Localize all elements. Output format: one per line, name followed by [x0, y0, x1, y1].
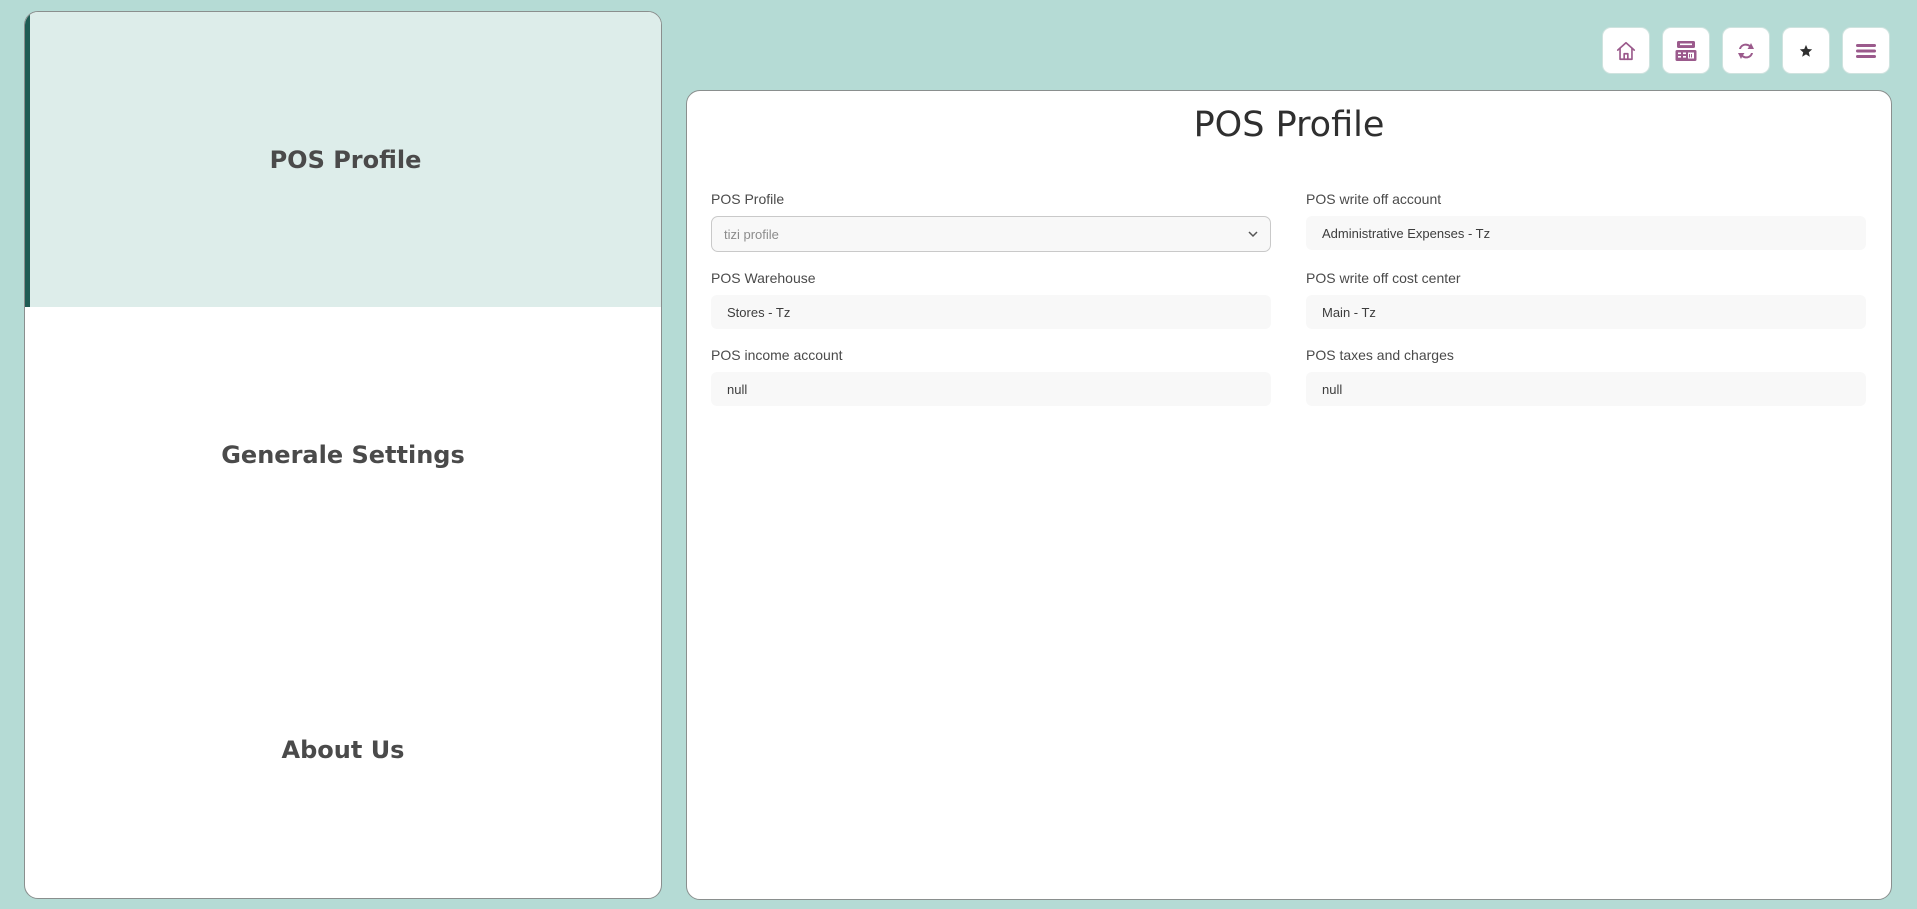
menu-item-label: Generale Settings	[221, 440, 465, 469]
pos-profile-form: POS Profile tizi profile POS write off a…	[711, 191, 1870, 406]
warehouse-field: POS Warehouse Stores - Tz	[711, 270, 1271, 329]
pos-register-button[interactable]	[1662, 27, 1710, 74]
field-label: POS write off account	[1306, 191, 1442, 207]
pos-profile-field: POS Profile tizi profile	[711, 191, 1271, 252]
menu-item-generale-settings[interactable]: Generale Settings	[25, 307, 661, 602]
write-off-cost-center-value: Main - Tz	[1306, 295, 1866, 329]
star-icon	[1799, 44, 1813, 58]
chevron-down-icon	[1248, 230, 1258, 238]
income-account-value: null	[711, 372, 1271, 406]
toolbar	[1602, 27, 1890, 74]
income-account-field: POS income account null	[711, 347, 1271, 406]
page-title: POS Profile	[1193, 105, 1385, 145]
menu-item-pos-profile[interactable]: POS Profile	[25, 12, 661, 308]
field-label: POS income account	[711, 347, 843, 363]
home-button[interactable]	[1602, 27, 1650, 74]
taxes-and-charges-value: null	[1306, 372, 1866, 406]
select-value: tizi profile	[724, 226, 779, 242]
write-off-account-value: Administrative Expenses - Tz	[1306, 216, 1866, 250]
pos-profile-select[interactable]: tizi profile	[711, 216, 1271, 252]
taxes-and-charges-field: POS taxes and charges null	[1306, 347, 1866, 406]
write-off-account-field: POS write off account Administrative Exp…	[1306, 191, 1866, 252]
menu-item-label: POS Profile	[269, 145, 422, 174]
menu-icon	[1855, 41, 1877, 61]
write-off-cost-center-field: POS write off cost center Main - Tz	[1306, 270, 1866, 329]
menu-item-label: About Us	[281, 736, 405, 765]
menu-button[interactable]	[1842, 27, 1890, 74]
field-label: POS Warehouse	[711, 270, 816, 286]
favorites-button[interactable]	[1782, 27, 1830, 74]
field-label: POS write off cost center	[1306, 270, 1461, 286]
menu-item-about-us[interactable]: About Us	[25, 603, 661, 898]
field-label: POS taxes and charges	[1306, 347, 1454, 363]
sync-icon	[1734, 39, 1758, 63]
pos-register-icon	[1674, 40, 1698, 62]
home-icon	[1615, 40, 1637, 62]
sync-button[interactable]	[1722, 27, 1770, 74]
pos-profile-panel: POS Profile POS Profile tizi profile POS…	[686, 90, 1892, 900]
field-label: POS Profile	[711, 191, 785, 207]
warehouse-value: Stores - Tz	[711, 295, 1271, 329]
settings-menu: POS Profile Generale Settings About Us	[24, 11, 662, 899]
